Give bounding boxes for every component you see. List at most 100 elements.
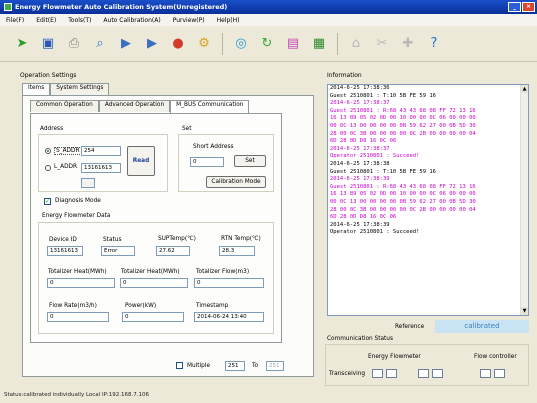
- to-label: To: [252, 363, 259, 369]
- search-icon[interactable]: ⌕: [90, 34, 110, 54]
- close-button[interactable]: ×: [522, 2, 535, 12]
- read-button[interactable]: Read: [127, 146, 155, 176]
- chart-icon[interactable]: ▤: [283, 34, 303, 54]
- log-line: 16 13 89 05 02 0D 00 10 00 00 0C 06 00 0…: [330, 191, 476, 198]
- tab-system-settings[interactable]: System Settings: [50, 83, 110, 95]
- menu-bar: File(F) Edit(E) Tools(T) Auto Calibratio…: [0, 14, 537, 26]
- log-scrollbar[interactable]: ▲ ▼: [520, 85, 528, 315]
- controller-tx-indicator: [480, 369, 491, 378]
- flow-controller-column-label: Flow controller: [474, 354, 517, 360]
- play-icon[interactable]: ▶: [116, 34, 136, 54]
- log-line: 6D 28 0D D8 16 0C 06: [330, 214, 397, 221]
- multiple-from-input[interactable]: 251: [225, 361, 245, 371]
- refresh-icon[interactable]: ◎: [231, 34, 251, 54]
- information-label: Information: [327, 72, 362, 79]
- s-addr-radio[interactable]: [45, 148, 51, 154]
- reference-value: calibrated: [435, 320, 529, 333]
- short-address-input[interactable]: 0: [190, 157, 224, 167]
- menu-purview[interactable]: Purview(P): [173, 17, 205, 24]
- help-icon[interactable]: ?: [424, 34, 444, 54]
- calibration-mode-button[interactable]: Calibration Mode: [206, 176, 266, 188]
- transceiving-label: Transceiving: [329, 371, 366, 377]
- tab-mbus-communication[interactable]: M_BUS Communication: [170, 100, 250, 113]
- menu-help[interactable]: Help(H): [217, 17, 240, 24]
- l-addr-spinner[interactable]: [81, 178, 95, 188]
- scroll-up-icon[interactable]: ▲: [521, 85, 528, 93]
- play-icon[interactable]: ▶: [142, 34, 162, 54]
- menu-auto-calibration[interactable]: Auto Calibration(A): [103, 17, 160, 24]
- tools-icon[interactable]: ✂: [372, 34, 392, 54]
- home-icon[interactable]: ⌂: [346, 34, 366, 54]
- multiple-label: Multiple: [187, 363, 211, 369]
- log-line: 2014-6-25 17:38:37: [330, 100, 390, 107]
- power-label: Power(kW): [125, 303, 157, 309]
- flowmeter-rx-indicator: [386, 369, 397, 378]
- power-value: 0: [122, 312, 184, 322]
- title-bar[interactable]: Energy Flowmeter Auto Calibration System…: [0, 0, 537, 14]
- window-title: Energy Flowmeter Auto Calibration System…: [15, 3, 228, 11]
- log-line: Operator 2510801 : Succeed!: [330, 153, 420, 160]
- communication-status-label: Communication Status: [327, 336, 394, 342]
- log-line: 2014-6-25 17:38:39: [330, 176, 390, 183]
- information-log[interactable]: 2014-6-25 17:38:36 Guest 2510801 : T:10 5…: [327, 84, 529, 316]
- log-line: Guest 2510801 : T:10 5B FE 59 16: [330, 168, 436, 175]
- totalizer-heat-mj-value: 0: [120, 278, 188, 288]
- operation-settings-label: Operation Settings: [20, 72, 77, 79]
- flowmeter-rx2-indicator: [432, 369, 443, 378]
- rtn-temp-value: 28.3: [219, 246, 255, 256]
- menu-edit[interactable]: Edit(E): [36, 17, 56, 24]
- s-addr-label: S_ADDR: [54, 147, 82, 155]
- run-icon[interactable]: ➤: [12, 34, 32, 54]
- menu-file[interactable]: File(F): [6, 17, 24, 24]
- set-label: Set: [182, 126, 192, 132]
- menu-tools[interactable]: Tools(T): [68, 17, 91, 24]
- flowmeter-tx-indicator: [372, 369, 383, 378]
- status-label: Status: [103, 237, 122, 243]
- log-line: Guest 2510801 : R:68 43 43 68 08 FF 72 1…: [330, 107, 476, 114]
- log-line: 00 0C 13 00 00 00 00 0B 59 62 27 00 0B 5…: [330, 122, 476, 129]
- totalizer-heat-mj-label: Totalizer Heat(MWh): [121, 269, 180, 275]
- log-line: 28 00 0C 3B 00 00 00 00 0C 2B 00 00 00 0…: [330, 206, 476, 213]
- multiple-checkbox[interactable]: [176, 362, 183, 369]
- totalizer-flow-value: 0: [194, 278, 264, 288]
- log-line: 6D 28 0D D8 16 0C 06: [330, 138, 397, 145]
- diagnosis-mode-checkbox[interactable]: ✓: [44, 198, 51, 205]
- tab-advanced-operation[interactable]: Advanced Operation: [98, 100, 171, 112]
- reference-label: Reference: [395, 324, 425, 330]
- settings-icon[interactable]: ⚙: [194, 34, 214, 54]
- device-id-value: 13161613: [47, 246, 83, 256]
- l-addr-label: L_ADDR: [54, 164, 78, 170]
- tab-common-operation[interactable]: Common Operation: [30, 100, 99, 112]
- plugin-icon[interactable]: ✚: [398, 34, 418, 54]
- refresh-icon[interactable]: ↻: [257, 34, 277, 54]
- spreadsheet-icon[interactable]: ▦: [309, 34, 329, 54]
- timestamp-value: 2014-06-24 13:40: [194, 312, 264, 322]
- multiple-to-input[interactable]: 251: [266, 361, 284, 371]
- log-line: 2014-6-25 17:38:37: [330, 145, 390, 152]
- scroll-down-icon[interactable]: ▼: [521, 307, 528, 315]
- diagnosis-mode-label: Diagnosis Mode: [55, 198, 101, 204]
- save-icon[interactable]: ▣: [38, 34, 58, 54]
- sup-temp-label: SUPTemp(℃): [158, 236, 196, 242]
- log-line: 16 13 89 05 02 0D 00 10 00 00 0C 06 00 0…: [330, 115, 476, 122]
- device-id-label: Device ID: [49, 237, 77, 243]
- print-icon[interactable]: ⎙: [64, 34, 84, 54]
- log-line: 2014-6-25 17:38:36: [330, 85, 390, 91]
- set-button[interactable]: Set: [234, 155, 266, 167]
- log-line: 2014-6-25 17:38:38: [330, 160, 390, 167]
- record-icon[interactable]: ●: [168, 34, 188, 54]
- timestamp-label: Timestamp: [196, 303, 229, 309]
- short-address-label: Short Address: [193, 144, 234, 150]
- communication-status-group: [325, 344, 529, 386]
- log-line: 2014-6-25 17:38:39: [330, 221, 390, 228]
- rtn-temp-label: RTN Temp(℃): [221, 236, 261, 242]
- s-addr-input[interactable]: 254: [81, 146, 121, 156]
- log-line: Guest 2510801 : T:10 5B FE 59 16: [330, 92, 436, 99]
- totalizer-flow-label: Totalizer Flow(m3): [196, 269, 250, 275]
- log-line: 00 0C 13 00 00 00 00 0B 59 62 27 00 0B 5…: [330, 198, 476, 205]
- l-addr-radio[interactable]: [45, 165, 51, 171]
- l-addr-input[interactable]: 13161613: [81, 163, 121, 173]
- toolbar-separator: [222, 32, 223, 55]
- minimize-button[interactable]: _: [508, 2, 521, 12]
- flowmeter-tx2-indicator: [418, 369, 429, 378]
